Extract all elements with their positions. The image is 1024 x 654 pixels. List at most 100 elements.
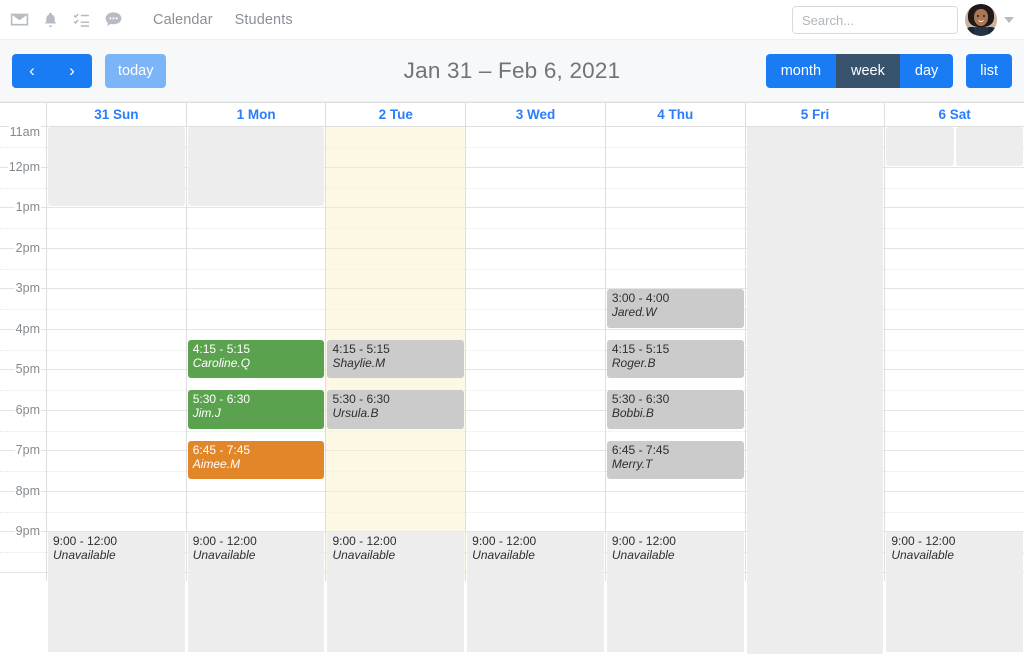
view-button-month[interactable]: month [766,54,836,88]
time-slot-cell[interactable] [47,289,186,330]
time-slot-cell[interactable] [326,127,465,168]
time-slot-cell[interactable] [187,208,326,249]
calendar-event[interactable]: 6:45 - 7:45Merry.T [607,441,744,480]
time-slot-cell[interactable] [606,127,745,168]
time-slot-cell[interactable] [466,127,605,168]
time-slot-cell[interactable] [466,492,605,533]
time-slot-cell[interactable] [187,249,326,290]
event-time: 9:00 - 12:00 [193,534,321,548]
navbar-right-group [792,0,1014,40]
time-slot-cell[interactable] [885,289,1024,330]
day-header-4-thu[interactable]: 4 Thu [606,103,746,126]
calendar-event[interactable]: 9:00 - 12:00Unavailable [188,532,325,652]
calendar-event[interactable]: 5:30 - 6:30Jim.J [188,390,325,429]
time-slot-cell[interactable] [885,249,1024,290]
calendar-event[interactable]: 4:15 - 5:15Roger.B [607,340,744,379]
time-slot-cell[interactable] [187,289,326,330]
event-title: Jim.J [193,406,321,420]
search-input[interactable] [792,6,958,34]
time-slot-cell[interactable] [466,289,605,330]
time-slot-cell[interactable] [47,492,186,533]
time-slot-cell[interactable] [466,451,605,492]
day-column-3-wed[interactable]: 9:00 - 12:00Unavailable [466,127,606,581]
event-title: Ursula.B [332,406,460,420]
day-column-1-mon[interactable]: 4:15 - 5:15Caroline.Q 5:30 - 6:30Jim.J 6:4… [187,127,327,581]
view-button-week[interactable]: week [836,54,900,88]
day-column-31-sun[interactable]: 9:00 - 12:00Unavailable [47,127,187,581]
day-header-2-tue[interactable]: 2 Tue [326,103,466,126]
time-slot-cell[interactable] [47,411,186,452]
event-title: Aimee.M [193,457,321,471]
time-slot-cell[interactable] [466,208,605,249]
avatar[interactable] [965,4,997,36]
calendar-event[interactable]: 3:00 - 4:00Jared.W [607,289,744,328]
view-button-list[interactable]: list [966,54,1012,88]
calendar-event[interactable]: 9:00 - 12:00Unavailable [48,532,185,652]
nav-link-calendar[interactable]: Calendar [153,12,213,28]
calendar-event[interactable]: 5:30 - 6:30Ursula.B [327,390,464,429]
time-slot-cell[interactable] [885,451,1024,492]
time-slot-cell[interactable] [606,249,745,290]
time-slot-cell[interactable] [885,492,1024,533]
calendar-event[interactable]: 9:00 - 12:00Unavailable [467,532,604,652]
time-slot-cell[interactable] [326,492,465,533]
day-column-6-sat[interactable]: 9:00 - 12:00Unavailable [885,127,1024,581]
time-slot-cell[interactable] [606,168,745,209]
day-header-6-sat[interactable]: 6 Sat [885,103,1024,126]
calendar-event[interactable]: 9:00 - 12:00Unavailable [327,532,464,652]
view-button-day[interactable]: day [900,54,953,88]
day-header-3-wed[interactable]: 3 Wed [466,103,606,126]
time-slot-cell[interactable] [885,168,1024,209]
unavailable-all-day-block [747,127,884,654]
unavailable-block [886,127,953,166]
day-column-4-thu[interactable]: 3:00 - 4:00Jared.W 4:15 - 5:15Roger.B 5:30… [606,127,746,581]
prev-week-button[interactable]: ‹ [12,54,52,88]
calendar-event[interactable]: 9:00 - 12:00Unavailable [607,532,744,652]
time-slot-cell[interactable] [47,249,186,290]
time-slot-cell[interactable] [466,168,605,209]
day-header-31-sun[interactable]: 31 Sun [47,103,187,126]
time-slot-cell[interactable] [47,330,186,371]
bell-icon[interactable] [42,11,59,29]
calendar-event[interactable]: 6:45 - 7:45Aimee.M [188,441,325,480]
time-label: 6pm [15,403,41,417]
time-slot-cell[interactable] [885,330,1024,371]
time-slot-cell[interactable] [885,370,1024,411]
today-button[interactable]: today [105,54,166,88]
chat-icon[interactable] [104,10,123,29]
day-header-5-fri[interactable]: 5 Fri [746,103,886,126]
top-navbar: Calendar Students [0,0,1024,40]
time-slot-cell[interactable] [606,208,745,249]
chevron-down-icon[interactable] [1004,17,1014,23]
time-slot-cell[interactable] [606,492,745,533]
time-slot-cell[interactable] [47,370,186,411]
time-slot-cell[interactable] [326,208,465,249]
time-label: 12pm [8,160,41,174]
event-time: 4:15 - 5:15 [612,342,740,356]
time-slot-cell[interactable] [885,208,1024,249]
time-slot-cell[interactable] [47,451,186,492]
day-header-1-mon[interactable]: 1 Mon [187,103,327,126]
day-column-2-tue[interactable]: 4:15 - 5:15Shaylie.M5:30 - 6:30Ursula.B9… [326,127,466,581]
next-week-button[interactable]: › [52,54,92,88]
day-column-5-fri[interactable] [746,127,886,581]
time-slot-cell[interactable] [466,411,605,452]
time-slot-cell[interactable] [326,289,465,330]
nav-link-students[interactable]: Students [235,12,293,28]
time-slot-cell[interactable] [466,249,605,290]
time-slot-cell[interactable] [466,370,605,411]
calendar-event[interactable]: 5:30 - 6:30Bobbi.B [607,390,744,429]
time-slot-cell[interactable] [885,411,1024,452]
time-slot-cell[interactable] [466,330,605,371]
time-slot-cell[interactable] [187,492,326,533]
event-title: Unavailable [332,548,460,562]
time-slot-cell[interactable] [326,249,465,290]
time-slot-cell[interactable] [47,208,186,249]
calendar-event[interactable]: 4:15 - 5:15Shaylie.M [327,340,464,379]
mail-icon[interactable] [10,10,29,29]
calendar-event[interactable]: 4:15 - 5:15Caroline.Q [188,340,325,379]
checklist-icon[interactable] [72,11,91,29]
time-slot-cell[interactable] [326,451,465,492]
calendar-event[interactable]: 9:00 - 12:00Unavailable [886,532,1023,652]
time-slot-cell[interactable] [326,168,465,209]
